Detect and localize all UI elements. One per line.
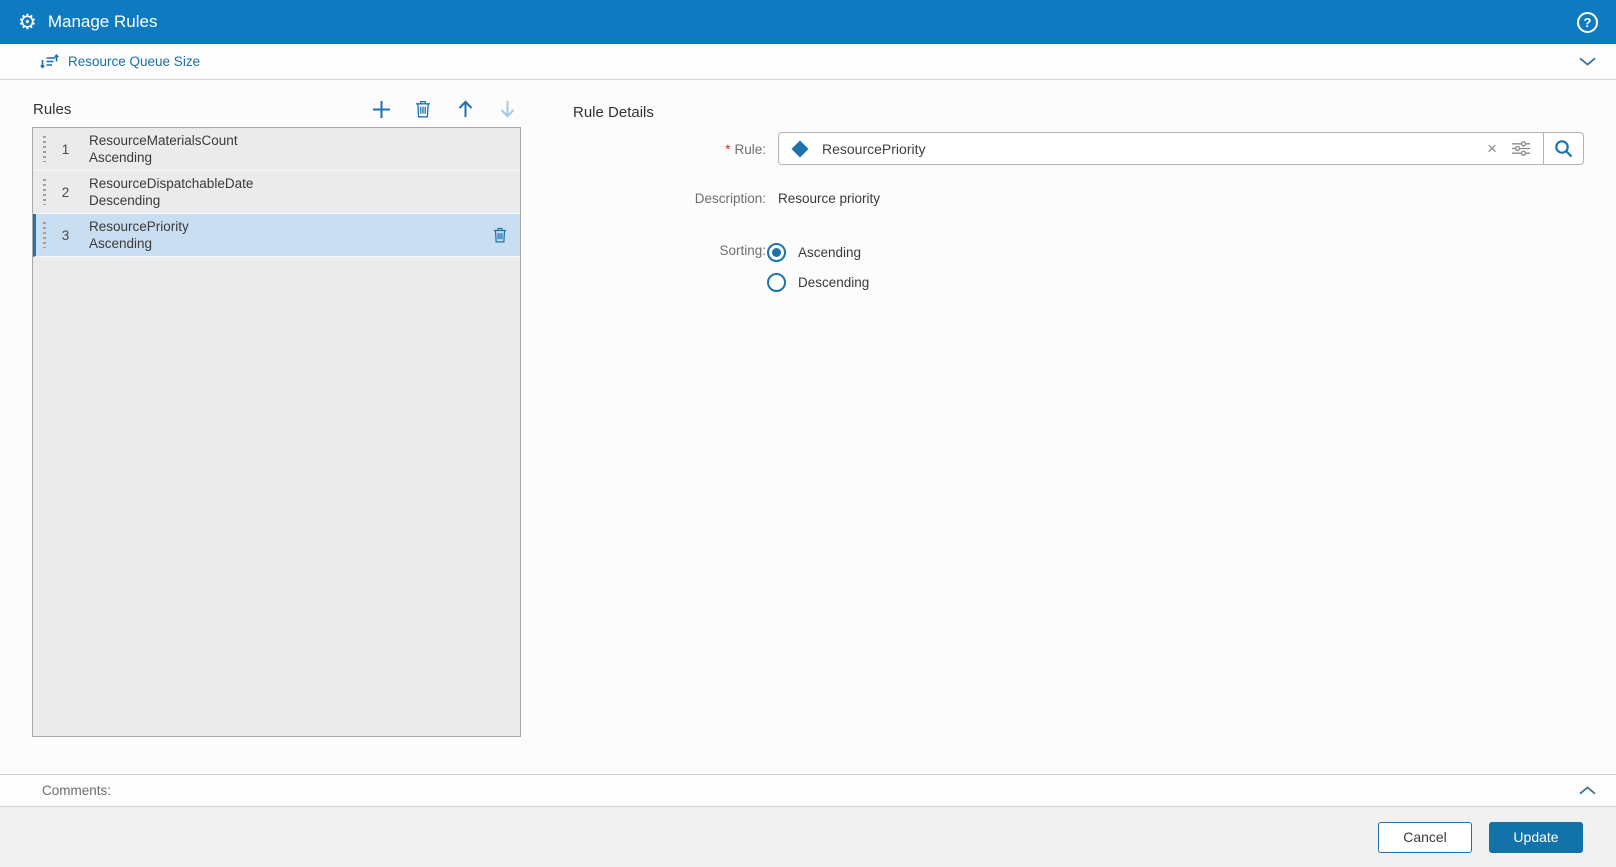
clear-rule-icon[interactable]: × bbox=[1487, 140, 1497, 157]
comments-section-header[interactable]: Comments: bbox=[0, 774, 1616, 807]
move-rule-up-icon[interactable] bbox=[452, 96, 478, 122]
radio-descending[interactable] bbox=[767, 272, 786, 292]
radio-descending-label: Descending bbox=[798, 274, 870, 290]
rule-row-3-selected[interactable]: 3 ResourcePriority Ascending bbox=[33, 214, 520, 257]
section-title: Resource Queue Size bbox=[68, 54, 201, 69]
cancel-button[interactable]: Cancel bbox=[1378, 821, 1472, 853]
radio-ascending-label: Ascending bbox=[798, 244, 862, 260]
rule-name: ResourcePriority bbox=[89, 219, 189, 234]
dialog-footer: Cancel Update bbox=[0, 807, 1616, 867]
rule-direction: Descending bbox=[89, 193, 161, 208]
update-button[interactable]: Update bbox=[1489, 821, 1583, 853]
help-icon[interactable]: ? bbox=[1577, 11, 1598, 33]
rule-position: 3 bbox=[61, 227, 70, 243]
app-header: ⚙ Manage Rules ? bbox=[0, 0, 1616, 44]
radio-ascending[interactable] bbox=[767, 242, 786, 262]
delete-rule-icon[interactable] bbox=[410, 96, 436, 122]
rule-name: ResourceDispatchableDate bbox=[89, 176, 254, 191]
sorting-label: Sorting: bbox=[719, 243, 766, 258]
move-rule-down-icon[interactable] bbox=[494, 96, 520, 122]
sort-order-icon bbox=[40, 53, 59, 70]
manage-rules-gear-icon: ⚙ bbox=[18, 10, 37, 34]
rule-name: ResourceMaterialsCount bbox=[89, 133, 238, 148]
add-rule-icon[interactable] bbox=[368, 96, 394, 122]
description-value: Resource priority bbox=[778, 191, 881, 206]
rule-direction: Ascending bbox=[89, 150, 153, 165]
magnifier-icon bbox=[1554, 139, 1573, 158]
sorting-ascending-option[interactable]: Ascending bbox=[767, 242, 861, 262]
resource-queue-size-section-header[interactable]: Resource Queue Size bbox=[0, 44, 1616, 80]
rules-toolbar bbox=[32, 95, 520, 123]
comments-label: Comments: bbox=[42, 783, 112, 798]
description-label: Description: bbox=[694, 191, 766, 206]
drag-handle-icon[interactable] bbox=[43, 136, 46, 162]
chevron-down-icon[interactable] bbox=[1579, 57, 1596, 66]
rule-position: 1 bbox=[61, 141, 70, 157]
rule-row-2[interactable]: 2 ResourceDispatchableDate Descending bbox=[33, 171, 520, 214]
rule-field-label: * Rule: bbox=[725, 142, 766, 157]
required-asterisk: * bbox=[725, 142, 731, 157]
manage-rules-dialog: ⚙ Manage Rules ? Resource Queue Size Rul… bbox=[0, 0, 1616, 867]
rule-details-title: Rule Details bbox=[573, 104, 654, 121]
rule-row-1[interactable]: 1 ResourceMaterialsCount Ascending bbox=[33, 128, 520, 171]
rule-direction: Ascending bbox=[89, 236, 153, 251]
delete-selected-rule-icon[interactable] bbox=[493, 227, 507, 243]
rule-combobox[interactable]: ResourcePriority × bbox=[778, 132, 1584, 165]
chevron-up-icon[interactable] bbox=[1579, 786, 1596, 795]
sorting-descending-option[interactable]: Descending bbox=[767, 272, 869, 292]
filter-sliders-icon[interactable] bbox=[1512, 141, 1530, 156]
rule-position: 2 bbox=[61, 184, 70, 200]
rule-combobox-value: ResourcePriority bbox=[822, 140, 926, 157]
drag-handle-icon[interactable] bbox=[43, 179, 46, 205]
rules-list: 1 ResourceMaterialsCount Ascending 2 Res… bbox=[32, 127, 521, 737]
dialog-title: Manage Rules bbox=[47, 12, 158, 31]
drag-handle-icon[interactable] bbox=[43, 222, 46, 248]
rule-type-diamond-icon bbox=[791, 140, 809, 157]
search-rule-button[interactable] bbox=[1544, 133, 1583, 164]
